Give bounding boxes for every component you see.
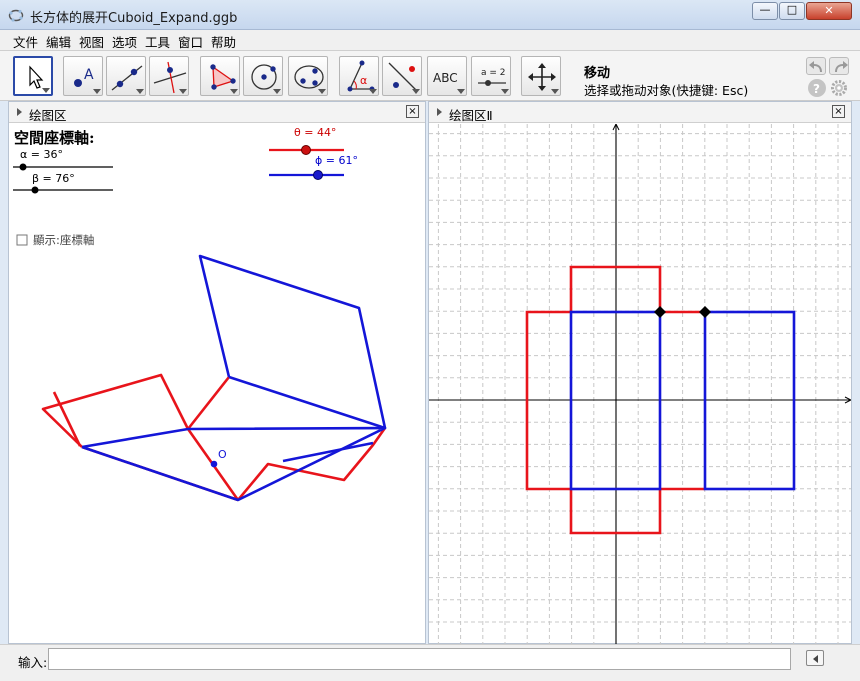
axes-heading: 空間座標軸: (14, 129, 95, 147)
input-field[interactable] (48, 648, 791, 670)
redo-icon (835, 61, 848, 72)
blue-face-up (198, 254, 387, 430)
graphics-view-1-close-button[interactable]: × (406, 105, 419, 118)
slider-tool-button[interactable]: a = 2 (471, 56, 511, 96)
active-tool-name: 移动 (584, 66, 611, 81)
help-icon: ? (813, 82, 820, 96)
slider-theta-handle[interactable] (301, 145, 311, 155)
menu-tools[interactable]: 工具 (145, 32, 170, 51)
close-button[interactable]: ✕ (806, 2, 852, 20)
minimize-icon: — (759, 3, 771, 16)
move-graphics-view-button[interactable] (521, 56, 561, 96)
show-axes-label: 顯示:座標軸 (33, 233, 94, 247)
graphics-view-1-header: 绘图区 × (9, 102, 425, 123)
menu-bar: 文件 编辑 视图 选项 工具 窗口 帮助 (0, 30, 860, 51)
graphics-view-2-canvas[interactable] (429, 124, 851, 644)
slider-alpha-handle[interactable] (19, 163, 27, 171)
blue-base-inner (282, 441, 374, 463)
graphics-view-2[interactable]: 绘图区Ⅱ × (428, 101, 852, 644)
move-tool-button[interactable] (13, 56, 53, 96)
slider-theta-label: θ = 44° (294, 126, 336, 139)
active-tool-help: 选择或拖动对象(快捷键: Esc) (584, 83, 749, 98)
redo-button[interactable] (829, 57, 849, 75)
reflect-tool-button[interactable] (382, 56, 422, 96)
input-help-button[interactable] (806, 650, 824, 666)
vertex-point-2[interactable] (699, 306, 711, 318)
red-face-left (41, 373, 190, 448)
menu-edit[interactable]: 编辑 (46, 32, 71, 51)
undo-button[interactable] (806, 57, 826, 75)
slider-phi-handle[interactable] (313, 170, 323, 180)
conic-tool-button[interactable] (288, 56, 328, 96)
settings-button[interactable] (830, 79, 848, 97)
menu-options[interactable]: 选项 (112, 32, 137, 51)
graphics-view-2-title: 绘图区Ⅱ (449, 108, 493, 123)
graphics-view-2-header: 绘图区Ⅱ × (429, 102, 851, 123)
show-axes-checkbox[interactable] (16, 234, 28, 246)
menu-help[interactable]: 帮助 (211, 32, 236, 51)
menu-window[interactable]: 窗口 (178, 32, 203, 51)
expand-arrow-icon[interactable] (437, 108, 442, 116)
expand-arrow-icon[interactable] (17, 108, 22, 116)
graphics-view-1-title: 绘图区 (29, 108, 67, 123)
svg-text:?: ? (813, 82, 820, 96)
red-face-upper (186, 376, 231, 430)
text-tool-button[interactable]: ABC (427, 56, 467, 96)
slider-alpha-label: α = 36° (20, 148, 63, 161)
gear-icon (831, 80, 847, 96)
point-tool-button[interactable]: A (63, 56, 103, 96)
geogebra-app-icon (8, 9, 24, 22)
line-tool-button[interactable] (106, 56, 146, 96)
circle-tool-button[interactable] (243, 56, 283, 96)
maximize-icon: □ (786, 3, 798, 16)
graphics-view-1[interactable]: 绘图区 × 空間座標軸: α = 36° β = 76° θ = 44° ϕ =… (8, 101, 426, 644)
maximize-button[interactable]: □ (779, 2, 805, 20)
polygon-tool-button[interactable] (200, 56, 240, 96)
menu-file[interactable]: 文件 (13, 32, 38, 51)
close-icon: ✕ (824, 4, 834, 17)
perpendicular-tool-button[interactable] (149, 56, 189, 96)
axis-arrows (612, 124, 851, 404)
svg-text:a = 2: a = 2 (481, 68, 506, 78)
undo-icon (809, 61, 822, 72)
input-label: 输入: (18, 655, 48, 670)
help-button[interactable]: ? (808, 79, 826, 97)
graphics-view-1-canvas[interactable]: 空間座標軸: α = 36° β = 76° θ = 44° ϕ = 61° 顯… (9, 124, 425, 644)
point-o[interactable] (210, 460, 218, 468)
svg-text:ABC: ABC (433, 71, 458, 85)
point-o-label: O (218, 448, 227, 461)
blue-base (81, 426, 387, 502)
grid (429, 124, 851, 644)
menu-view[interactable]: 视图 (79, 32, 104, 51)
slider-beta-handle[interactable] (31, 186, 39, 194)
vertex-point-1[interactable] (654, 306, 666, 318)
slider-beta-label: β = 76° (32, 172, 75, 185)
minimize-button[interactable]: — (752, 2, 778, 20)
svg-text:A: A (84, 67, 94, 83)
angle-tool-button[interactable]: α (339, 56, 379, 96)
input-help-icon (813, 655, 818, 663)
svg-text:α: α (360, 74, 367, 87)
window-title: 长方体的展开Cuboid_Expand.ggb (30, 11, 238, 26)
slider-phi-label: ϕ = 61° (315, 154, 358, 167)
graphics-view-2-close-button[interactable]: × (832, 105, 845, 118)
